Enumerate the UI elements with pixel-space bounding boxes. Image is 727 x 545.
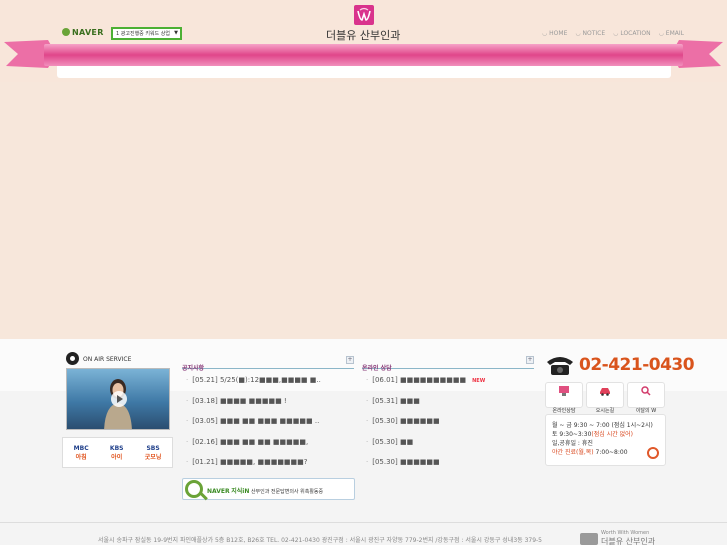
car-icon (600, 388, 610, 396)
notice-item[interactable]: · [03.18] ■■■■ ■■■■■ ! (182, 397, 354, 418)
notice-item[interactable]: · [02.16] ■■■ ■■ ■■ ■■■■■, (182, 438, 354, 459)
quick-online-consult-button[interactable]: 온라인상담 (545, 382, 583, 414)
nav-email-link[interactable]: ◡ EMAIL (659, 30, 684, 37)
phone-number[interactable]: 02-421-0430 (579, 355, 695, 375)
naver-kin-banner[interactable]: NAVER 지식iN 산부인과 전문답변의사 위촉활동중 (182, 478, 355, 500)
notice-item[interactable]: · [01.21] ■■■■■, ■■■■■■■? (182, 458, 354, 479)
online-consult-board: 온라인 상담 + · [06.01] ■■■■■■■■■■ NEW · [05.31]… (362, 355, 534, 479)
dropdown-arrow-icon: ▼ (174, 30, 178, 36)
nav-home-link[interactable]: ◡ HOME (542, 30, 567, 37)
header: NAVER 1 광고진행중 키워드 상업 ▼ 더블유 산부인과 ◡ HOME ◡ … (0, 0, 727, 82)
monitor-icon (559, 386, 569, 396)
clinic-logo-icon[interactable] (354, 5, 374, 25)
consult-item[interactable]: · [06.01] ■■■■■■■■■■ NEW (362, 376, 534, 397)
kbs-logo[interactable]: KBS 아이 (110, 445, 124, 461)
play-icon[interactable] (111, 391, 127, 407)
notice-item[interactable]: · [03.05] ■■■ ■■ ■■■ ■■■■■ .. (182, 417, 354, 438)
notice-more-button[interactable]: + (346, 356, 354, 364)
nav-location-link[interactable]: ◡ LOCATION (613, 30, 650, 37)
notice-title: 공지사항 (182, 365, 205, 372)
w-logo-icon (357, 7, 371, 21)
nav-notice-link[interactable]: ◡ NOTICE (575, 30, 605, 37)
quick-monthly-w-button[interactable]: 이달의 W (627, 382, 665, 414)
naver-dot-icon (62, 28, 70, 36)
sbs-logo[interactable]: SBS 굿모닝 (145, 445, 162, 461)
consult-item[interactable]: · [05.30] ■■■■■■ (362, 458, 534, 479)
online-more-button[interactable]: + (526, 356, 534, 364)
consult-item[interactable]: · [05.31] ■■■ (362, 397, 534, 418)
onair-title: ON AIR SERVICE (66, 352, 131, 365)
notice-item[interactable]: · [05.21] 5/25(■):12■■■,■■■■ ■.. (182, 376, 354, 397)
clock-icon (647, 447, 659, 459)
naver-logo[interactable]: NAVER (62, 28, 104, 37)
top-nav: ◡ HOME ◡ NOTICE ◡ LOCATION ◡ EMAIL (542, 30, 684, 37)
new-badge: NEW (472, 378, 486, 384)
consult-item[interactable]: · [05.30] ■■ (362, 438, 534, 459)
onair-video[interactable] (66, 368, 170, 430)
quick-location-button[interactable]: 오시는길 (586, 382, 624, 414)
online-consult-title: 온라인 상담 (362, 365, 392, 372)
footer-w-logo-icon (580, 532, 598, 545)
magnifier-icon (185, 480, 203, 498)
search-icon (641, 386, 651, 396)
clinic-hours: 월 ~ 금 9:30 ~ 7:00 (점심 1시~2시) 토 9:30~3:30… (545, 414, 666, 466)
broadcast-logos: MBC 아침 KBS 아이 SBS 굿모닝 (62, 437, 173, 468)
film-reel-icon (66, 352, 79, 365)
content-strip (57, 66, 671, 78)
consult-item[interactable]: · [05.30] ■■■■■■ (362, 417, 534, 438)
footer-address: 서울시 송파구 잠실동 19-9번지 파인애플상가 5층 B12호, B26호 … (98, 537, 543, 544)
notice-board: 공지사항 + · [05.21] 5/25(■):12■■■,■■■■ ■.. ·… (182, 355, 354, 479)
footer-logo: Worth With Women 더블유 산부인과 (580, 530, 655, 545)
mbc-logo[interactable]: MBC 아침 (74, 445, 89, 461)
telephone-icon (547, 357, 573, 375)
